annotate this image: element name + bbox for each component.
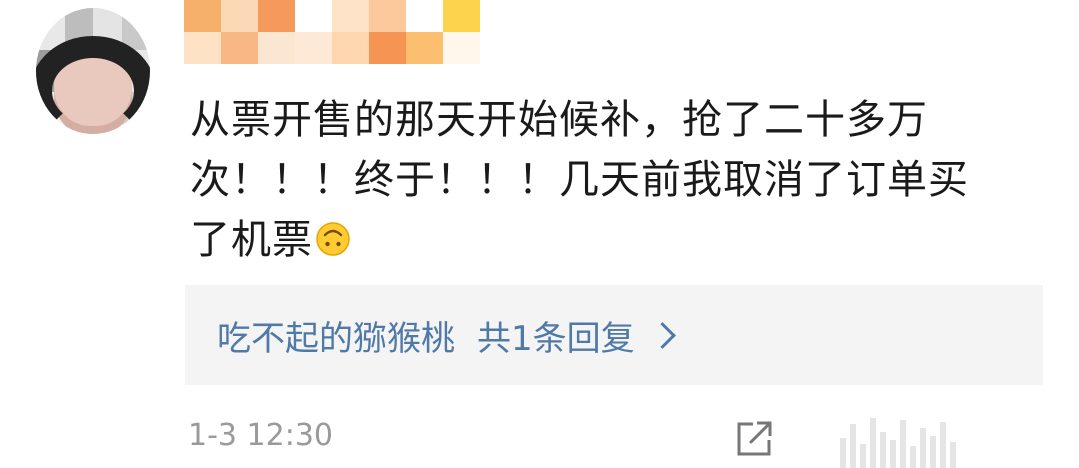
share-icon[interactable] [733,418,775,460]
comment-timestamp: 1-3 12:30 [188,418,333,453]
avatar-hair [36,36,150,134]
reply-thread-link[interactable]: 吃不起的猕猴桃 共1条回复 [185,285,1043,385]
username-redacted[interactable] [184,0,480,64]
avatar[interactable] [36,8,150,134]
comment-card: 从票开售的那天开始候补，抢了二十多万 次！！！终于！！！几天前我取消了订单买 了… [0,0,1079,468]
comment-text-line-1: 从票开售的那天开始候补，抢了二十多万 [190,97,928,143]
reply-count[interactable]: 共1条回复 [477,311,635,360]
comment-text-line-2: 次！！！终于！！！几天前我取消了订单买 [190,157,969,203]
chevron-right-icon [648,321,676,349]
upside-down-face-icon [316,222,350,256]
watermark [840,410,1079,468]
comment-text: 从票开售的那天开始候补，抢了二十多万 次！！！终于！！！几天前我取消了订单买 了… [190,90,1040,270]
comment-text-line-3: 了机票 [190,210,1040,270]
reply-username[interactable]: 吃不起的猕猴桃 [217,311,455,360]
comment-text-line-3-text: 了机票 [190,217,313,263]
